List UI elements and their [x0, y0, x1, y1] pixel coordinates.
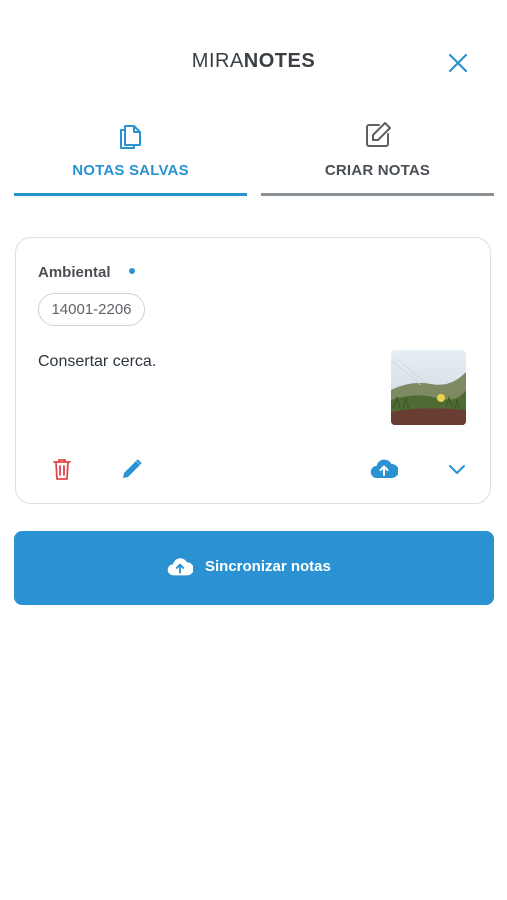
documents-icon	[119, 125, 141, 149]
close-button[interactable]	[443, 48, 473, 78]
tab-active-indicator	[14, 193, 247, 196]
edit-button[interactable]	[117, 454, 147, 484]
app-header: MIRANOTES	[0, 0, 507, 110]
tab-label: CRIAR NOTAS	[324, 162, 431, 179]
logo-light-text: MIRA	[191, 50, 244, 72]
note-text: Consertar cerca.	[38, 353, 157, 370]
sync-notes-button[interactable]: Sincronizar notas	[14, 531, 494, 605]
note-code-chip: 14001-2206	[38, 293, 145, 326]
cloud-upload-icon	[370, 459, 398, 479]
tab-label: NOTAS SALVAS	[72, 162, 189, 179]
delete-button[interactable]	[47, 454, 77, 484]
note-photo-thumbnail[interactable]	[391, 350, 466, 425]
note-category: Ambiental	[38, 264, 111, 281]
sync-button-label: Sincronizar notas	[205, 558, 331, 575]
edit-note-icon	[365, 122, 391, 147]
status-dot	[129, 268, 135, 274]
photo-image	[391, 350, 466, 425]
cloud-upload-icon	[167, 558, 193, 576]
note-card: Ambiental 14001-2206 Consertar cerca.	[15, 237, 491, 504]
trash-icon	[53, 459, 71, 480]
expand-button[interactable]	[442, 454, 472, 484]
close-icon	[448, 53, 468, 73]
pencil-icon	[123, 459, 142, 478]
upload-note-button[interactable]	[369, 454, 399, 484]
tab-inactive-indicator	[261, 193, 494, 196]
tab-bar: NOTAS SALVAS CRIAR NOTAS	[14, 112, 494, 198]
tab-criar-notas[interactable]: CRIAR NOTAS	[261, 112, 494, 198]
tab-notas-salvas[interactable]: NOTAS SALVAS	[14, 112, 247, 198]
logo-bold-text: NOTES	[243, 50, 316, 72]
app-logo: MIRANOTES	[0, 50, 507, 73]
chevron-down-icon	[449, 465, 465, 474]
